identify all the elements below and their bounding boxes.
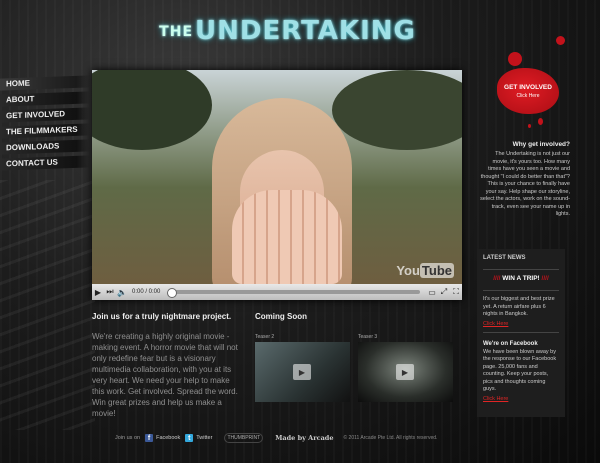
girl-hands — [232, 190, 342, 284]
facebook-label: Facebook — [156, 435, 181, 441]
intro-section: Join us for a truly nightmare project. W… — [92, 312, 242, 419]
teaser-label: Teaser 3 — [358, 334, 378, 340]
footer-join-text: Join us on — [115, 435, 141, 441]
teaser-label: Teaser 2 — [255, 334, 275, 340]
teaser-thumbnail[interactable]: ▶ — [358, 342, 453, 402]
win-a-trip-banner: //// WIN A TRIP! //// — [483, 275, 559, 282]
news-heading: LATEST NEWS — [483, 255, 526, 261]
news-item-1: It's our biggest and best prize yet. A r… — [483, 296, 555, 317]
news-item-1-link[interactable]: Click Here — [483, 321, 559, 327]
nav-item-contact[interactable]: CONTACT US — [0, 155, 90, 171]
nav-item-about[interactable]: ABOUT — [0, 91, 90, 107]
blood-drip — [528, 124, 531, 128]
news-item-2-heading: We're on Facebook — [483, 340, 538, 347]
video-controls: ▶ ⏭ 🔈 0:00 / 0:00 ▭ ⤢ ⛶ — [92, 284, 462, 300]
play-icon[interactable]: ▶ — [92, 286, 104, 298]
why-heading: Why get involved? — [512, 141, 570, 148]
news-item-2: We have been blown away by the response … — [483, 348, 557, 393]
blood-splat — [556, 36, 565, 45]
video-player[interactable]: You Tube ▶ ⏭ 🔈 0:00 / 0:00 ▭ ⤢ ⛶ — [92, 70, 462, 300]
blood-splat — [508, 52, 522, 66]
facebook-link[interactable]: f Facebook — [145, 434, 180, 442]
intro-heading: Join us for a truly nightmare project. — [92, 312, 232, 321]
divider — [483, 269, 559, 270]
coming-soon-section: Coming Soon Teaser 2 ▶ Teaser 3 ▶ — [255, 312, 460, 402]
latest-news-panel: LATEST NEWS //// WIN A TRIP! //// It's o… — [477, 249, 565, 417]
divider — [483, 331, 559, 333]
youtube-you: You — [396, 263, 420, 278]
facebook-icon: f — [145, 434, 154, 442]
nav-item-filmmakers[interactable]: THE FILMMAKERS — [0, 123, 90, 139]
logo-text: THEUNDERTAKING — [159, 16, 416, 46]
site-logo[interactable]: THEUNDERTAKING — [159, 12, 415, 50]
thumbprint-logo[interactable]: THUMBPRINT — [224, 433, 264, 443]
tree-shape — [332, 70, 462, 150]
quality-icon[interactable]: ▭ — [426, 286, 438, 298]
copyright: © 2011 Arcade Pte Ltd. All rights reserv… — [343, 435, 438, 441]
main-nav: HOME ABOUT GET INVOLVED THE FILMMAKERS D… — [0, 75, 90, 173]
teaser-3[interactable]: Teaser 3 ▶ — [358, 334, 453, 402]
footer: Join us on f Facebook t Twitter THUMBPRINT… — [115, 430, 475, 446]
arcade-credit[interactable]: Made by Arcade — [275, 434, 333, 442]
youtube-watermark[interactable]: You Tube — [396, 263, 454, 278]
blood-drip — [538, 118, 543, 125]
slash-decor: //// — [493, 275, 501, 282]
expand-icon[interactable]: ⤢ — [438, 286, 450, 298]
nav-item-get-involved[interactable]: GET INVOLVED — [0, 107, 90, 123]
get-involved-title: GET INVOLVED — [504, 83, 552, 91]
twitter-label: Twitter — [196, 435, 213, 441]
video-frame[interactable]: You Tube — [92, 70, 462, 284]
tree-shape — [92, 70, 212, 150]
nav-item-home[interactable]: HOME — [0, 75, 90, 91]
video-time: 0:00 / 0:00 — [132, 289, 161, 295]
news-item-2-link[interactable]: Click Here — [483, 396, 559, 402]
volume-icon[interactable]: 🔈 — [116, 286, 128, 298]
coming-soon-heading: Coming Soon — [255, 312, 307, 321]
get-involved-button[interactable]: GET INVOLVED Click Here — [497, 68, 559, 114]
twitter-link[interactable]: t Twitter — [185, 434, 212, 442]
play-icon[interactable]: ▶ — [293, 364, 311, 380]
why-body: The Undertaking is not just our movie, i… — [480, 151, 570, 217]
play-icon[interactable]: ▶ — [396, 364, 414, 380]
fullscreen-icon[interactable]: ⛶ — [450, 286, 462, 298]
slash-decor: //// — [541, 275, 549, 282]
youtube-tube: Tube — [419, 263, 454, 278]
teaser-thumbnail[interactable]: ▶ — [255, 342, 350, 402]
wood-planks-texture — [0, 180, 95, 430]
win-text: WIN A TRIP! — [502, 275, 540, 282]
get-involved-sub: Click Here — [516, 92, 540, 99]
divider — [483, 290, 559, 291]
intro-body: We're creating a highly original movie -… — [92, 332, 238, 418]
progress-knob[interactable] — [167, 288, 178, 298]
skip-icon[interactable]: ⏭ — [104, 286, 116, 298]
logo-main: UNDERTAKING — [195, 16, 416, 46]
logo-the: THE — [159, 23, 194, 40]
nav-item-downloads[interactable]: DOWNLOADS — [0, 139, 90, 155]
video-progress-track[interactable] — [167, 288, 420, 298]
why-section: Why get involved? The Undertaking is not… — [478, 141, 570, 219]
teaser-2[interactable]: Teaser 2 ▶ — [255, 334, 350, 402]
teaser-list: Teaser 2 ▶ Teaser 3 ▶ — [255, 334, 460, 402]
twitter-icon: t — [185, 434, 194, 442]
